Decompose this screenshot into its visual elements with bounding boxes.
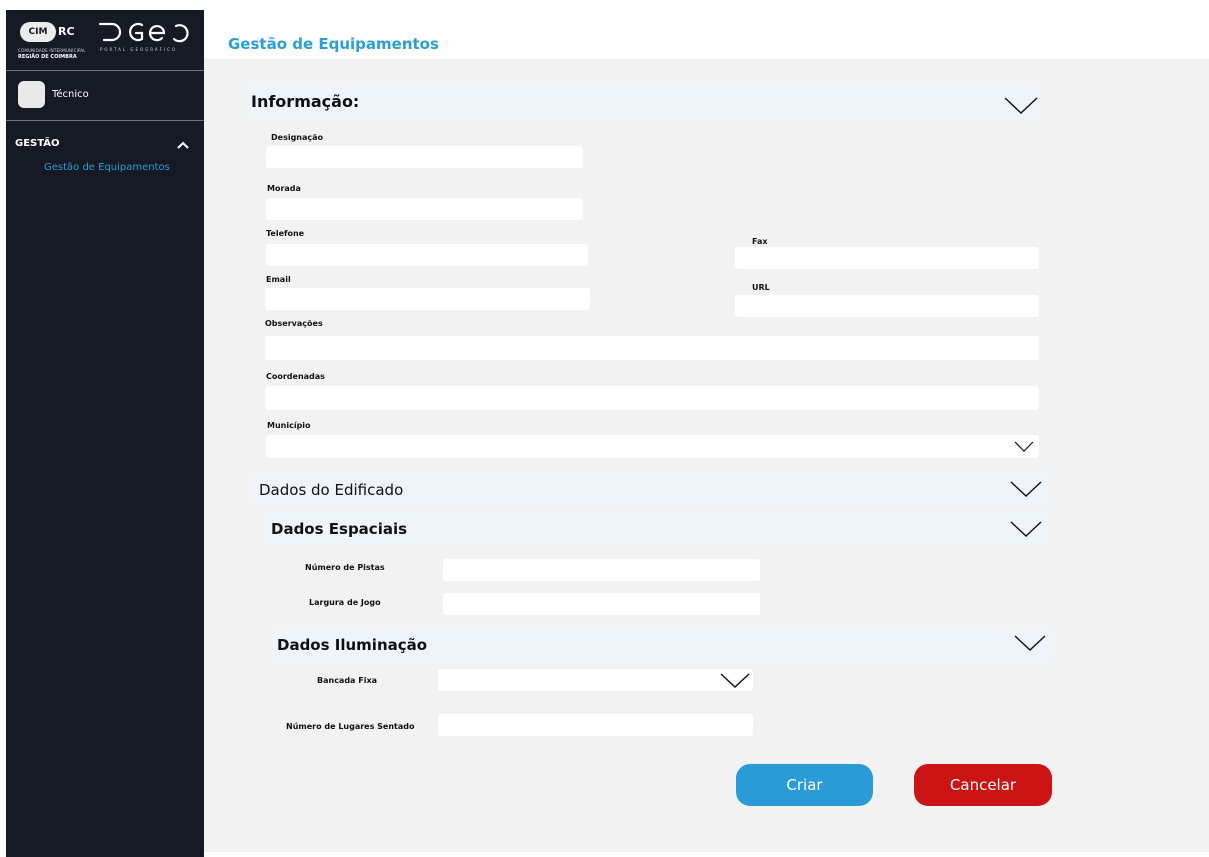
chevron-down-icon[interactable] (1010, 521, 1042, 538)
page-title: Gestão de Equipamentos (228, 35, 439, 53)
coordenadas-label: Coordenadas (266, 372, 325, 381)
section-title-informacao: Informação: (251, 92, 360, 111)
email-label: Email (266, 275, 291, 284)
bancada-fixa-label: Bancada Fixa (317, 676, 378, 685)
sidebar: CIM RC COMUNIDADE INTERMUNICIPAL REGIÃO … (6, 10, 204, 857)
bancada-fixa-select[interactable] (438, 669, 753, 691)
chevron-down-icon[interactable] (720, 673, 750, 689)
numero-pistas-label: Número de Pistas (305, 563, 385, 572)
create-button[interactable]: Criar (736, 764, 873, 806)
cancel-button[interactable]: Cancelar (914, 764, 1052, 806)
lugares-sentado-label: Número de Lugares Sentado (286, 722, 415, 731)
pgeo-tagline: PORTAL GEOGRÁFICO (100, 47, 178, 52)
morada-label: Morada (267, 184, 301, 193)
cim-logo-line2: REGIÃO DE COIMBRA (18, 54, 77, 60)
sidebar-divider (6, 70, 204, 71)
largura-jogo-label: Largura de Jogo (309, 598, 381, 607)
largura-jogo-field[interactable] (443, 593, 760, 615)
numero-pistas-field[interactable] (443, 559, 760, 581)
cim-logo-badge: CIM (20, 22, 56, 42)
cim-logo-line1: COMUNIDADE INTERMUNICIPAL (18, 48, 86, 53)
url-field[interactable] (735, 295, 1039, 317)
fax-field[interactable] (735, 247, 1039, 269)
pgeo-logo (98, 22, 189, 43)
email-field[interactable] (265, 288, 590, 310)
chevron-up-icon[interactable] (177, 141, 189, 149)
chevron-down-icon[interactable] (1004, 97, 1038, 115)
url-label: URL (752, 283, 770, 292)
app-root: CIM RC COMUNIDADE INTERMUNICIPAL REGIÃO … (0, 0, 1209, 857)
fax-label: Fax (752, 237, 768, 246)
observacoes-field[interactable] (265, 336, 1039, 360)
avatar[interactable] (18, 81, 45, 108)
cim-logo-rc: RC (58, 25, 75, 38)
observacoes-label: Observações (265, 319, 323, 328)
sidebar-item-gestao-equipamentos[interactable]: Gestão de Equipamentos (44, 162, 170, 173)
lugares-sentado-field[interactable] (438, 714, 753, 736)
telefone-field[interactable] (266, 244, 588, 266)
chevron-down-icon[interactable] (1014, 441, 1034, 452)
chevron-down-icon[interactable] (1010, 481, 1042, 498)
section-title-iluminacao: Dados Iluminação (277, 636, 428, 654)
telefone-label: Telefone (266, 229, 305, 238)
section-informacao[interactable] (245, 83, 1042, 119)
section-title-espaciais: Dados Espaciais (271, 520, 408, 538)
designacao-field[interactable] (266, 146, 583, 168)
sidebar-divider (6, 120, 204, 121)
municipio-label: Município (267, 421, 311, 430)
brand-logos: CIM RC COMUNIDADE INTERMUNICIPAL REGIÃO … (6, 10, 204, 70)
chevron-down-icon[interactable] (1014, 635, 1046, 652)
morada-field[interactable] (266, 198, 583, 220)
form-panel: Informação: Designação Morada Telefone F… (204, 59, 1209, 852)
municipio-select[interactable] (266, 435, 1039, 458)
nav-section-gestao[interactable]: GESTÃO (15, 138, 60, 149)
coordenadas-field[interactable] (265, 386, 1039, 410)
section-title-edificado: Dados do Edificado (259, 481, 404, 499)
user-name[interactable]: Técnico (52, 89, 89, 100)
designacao-label: Designação (271, 133, 324, 142)
